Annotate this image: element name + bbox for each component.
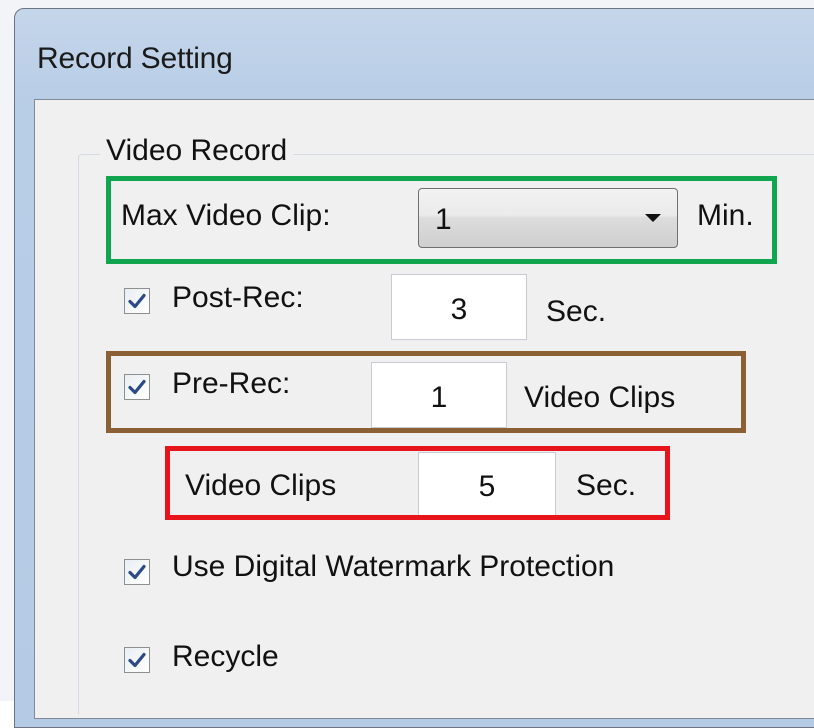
- watermark-checkbox[interactable]: [124, 559, 150, 585]
- pre-rec-input[interactable]: 1: [371, 362, 507, 428]
- max-video-clip-label: Max Video Clip:: [121, 199, 331, 232]
- watermark-label: Use Digital Watermark Protection: [172, 550, 615, 583]
- video-clips-label: Video Clips: [185, 469, 337, 502]
- video-record-group-title: Video Record: [100, 134, 294, 168]
- pre-rec-label: Pre-Rec:: [172, 367, 291, 400]
- max-video-clip-select[interactable]: 1: [418, 188, 678, 248]
- checkmark-icon: [128, 652, 146, 668]
- window-title: Record Setting: [37, 42, 233, 75]
- chevron-down-icon[interactable]: [645, 214, 661, 222]
- pre-rec-checkbox[interactable]: [124, 374, 150, 400]
- video-clips-unit: Sec.: [576, 469, 637, 502]
- post-rec-input[interactable]: 3: [391, 274, 527, 340]
- recycle-label: Recycle: [172, 640, 279, 673]
- post-rec-checkbox[interactable]: [124, 288, 150, 314]
- video-clips-seconds-input[interactable]: 5: [418, 452, 556, 516]
- pre-rec-unit: Video Clips: [524, 381, 676, 414]
- max-video-clip-selected-value: 1: [435, 203, 452, 236]
- recycle-checkbox[interactable]: [124, 647, 150, 673]
- checkmark-icon: [128, 293, 146, 309]
- checkmark-icon: [128, 564, 146, 580]
- max-video-clip-unit: Min.: [697, 199, 754, 232]
- post-rec-label: Post-Rec:: [172, 281, 304, 314]
- post-rec-unit: Sec.: [546, 295, 607, 328]
- checkmark-icon: [128, 379, 146, 395]
